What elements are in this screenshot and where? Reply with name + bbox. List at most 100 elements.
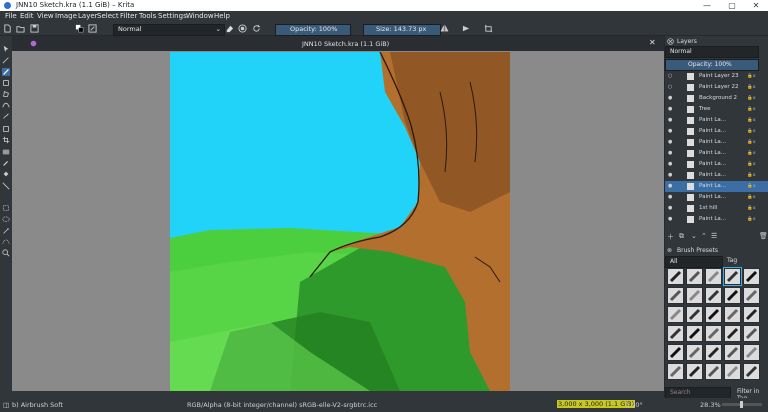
brush-preset-thumbnail[interactable]	[705, 363, 722, 380]
menu-tools[interactable]: Tools	[139, 12, 156, 20]
preserve-alpha-icon[interactable]	[238, 24, 247, 33]
zoom-slider[interactable]	[722, 401, 762, 408]
brush-preset-thumbnail[interactable]	[743, 306, 760, 323]
close-document-button[interactable]: ✕	[649, 38, 656, 47]
layer-lock-alpha-icon[interactable]: 🔒α	[747, 82, 756, 93]
brush-preset-thumbnail[interactable]	[743, 363, 760, 380]
layer-opacity-slider[interactable]: Opacity: 100%	[665, 59, 759, 71]
bezier-curve-icon[interactable]	[2, 101, 10, 109]
close-presets-icon[interactable]: ⊗	[667, 247, 672, 254]
menu-settings[interactable]: Settings	[158, 12, 187, 20]
brush-preset-thumbnail[interactable]	[743, 344, 760, 361]
dynamic-brush-icon[interactable]	[2, 112, 10, 120]
brush-preset-thumbnail[interactable]	[705, 268, 722, 285]
menu-help[interactable]: Help	[214, 12, 230, 20]
menu-layer[interactable]: Layer	[78, 12, 98, 20]
lasso-select-icon[interactable]	[2, 216, 10, 224]
layer-lock-alpha-icon[interactable]: 🔒α	[747, 126, 756, 137]
brush-preset-thumbnail[interactable]	[686, 344, 703, 361]
brush-preset-thumbnail[interactable]	[705, 344, 722, 361]
visibility-eye-icon[interactable]: ●	[668, 159, 672, 170]
visibility-eye-icon[interactable]: ●	[668, 181, 672, 192]
layer-lock-alpha-icon[interactable]: 🔒α	[747, 104, 756, 115]
close-window-button[interactable]: ✕	[744, 0, 768, 11]
layer-properties-icon[interactable]: ☰	[711, 232, 717, 240]
brush-preset-thumbnail[interactable]	[724, 287, 741, 304]
brush-preset-thumbnail[interactable]	[724, 325, 741, 342]
layer-row[interactable]: ● Paint La... 🔒α	[665, 170, 768, 181]
layer-row[interactable]: ○ Paint Layer 22 🔒α	[665, 82, 768, 93]
color-space-info[interactable]: RGB/Alpha (8-bit integer/channel) sRGB-e…	[187, 401, 377, 409]
move-down-icon[interactable]: ⌄	[691, 232, 697, 240]
brush-preset-thumbnail[interactable]	[743, 287, 760, 304]
layer-lock-alpha-icon[interactable]: 🔒α	[747, 203, 756, 214]
layer-row[interactable]: ● Paint La... 🔒α	[665, 148, 768, 159]
visibility-eye-icon[interactable]: ●	[668, 148, 672, 159]
brush-preset-thumbnail[interactable]	[667, 325, 684, 342]
brush-preset-thumbnail[interactable]	[724, 344, 741, 361]
menu-window[interactable]: Window	[186, 12, 214, 20]
rotation-value[interactable]: 0.00°	[625, 401, 643, 409]
layer-lock-alpha-icon[interactable]: 🔒α	[747, 93, 756, 104]
maximize-button[interactable]: ▢	[720, 0, 744, 11]
visibility-eye-icon[interactable]: ●	[668, 126, 672, 137]
visibility-eye-icon[interactable]: ●	[668, 170, 672, 181]
duplicate-layer-icon[interactable]: ⧉	[679, 232, 684, 241]
image-dimensions[interactable]: 3,000 x 3,000 (1.1 GiB)	[557, 400, 636, 408]
visibility-eye-icon[interactable]: ○	[668, 82, 672, 93]
layer-lock-alpha-icon[interactable]: 🔒α	[747, 170, 756, 181]
layer-lock-alpha-icon[interactable]: 🔒α	[747, 181, 756, 192]
brush-preset-thumbnail[interactable]	[667, 306, 684, 323]
gradient-tool-icon[interactable]	[2, 148, 10, 156]
preset-filter-dropdown[interactable]: All	[665, 256, 723, 268]
layer-lock-alpha-icon[interactable]: 🔒α	[747, 137, 756, 148]
zoom-tool-icon[interactable]	[2, 249, 10, 257]
menu-view[interactable]: View	[37, 12, 54, 20]
transform-tool-icon[interactable]	[2, 125, 10, 133]
brush-preset-thumbnail[interactable]	[743, 268, 760, 285]
mirror-vertical-icon[interactable]	[462, 24, 471, 33]
zoom-slider-handle[interactable]	[740, 401, 743, 408]
size-slider[interactable]: Size: 143.73 px	[363, 24, 441, 36]
menu-edit[interactable]: Edit	[20, 12, 34, 20]
bezier-select-icon[interactable]	[2, 238, 10, 246]
menu-select[interactable]: Select	[97, 12, 119, 20]
mirror-horizontal-icon[interactable]	[440, 24, 449, 33]
visibility-eye-icon[interactable]: ●	[668, 214, 672, 225]
visibility-eye-icon[interactable]: ●	[668, 203, 672, 214]
layer-row[interactable]: ● Paint La... 🔒α	[665, 115, 768, 126]
layer-lock-alpha-icon[interactable]: 🔒α	[747, 214, 756, 225]
minimize-button[interactable]: —	[695, 0, 719, 11]
layer-lock-alpha-icon[interactable]: 🔒α	[747, 115, 756, 126]
current-brush-name[interactable]: b) Airbrush Soft	[12, 401, 63, 409]
visibility-eye-icon[interactable]: ●	[668, 137, 672, 148]
visibility-eye-icon[interactable]: ●	[668, 93, 672, 104]
visibility-eye-icon[interactable]: ●	[668, 104, 672, 115]
brush-preset-thumbnail[interactable]	[705, 287, 722, 304]
layer-row[interactable]: ● Paint La... 🔒α	[665, 192, 768, 203]
visibility-eye-icon[interactable]: ●	[668, 192, 672, 203]
brush-preset-thumbnail[interactable]	[667, 344, 684, 361]
layer-blend-mode-dropdown[interactable]: Normal	[665, 46, 759, 58]
save-icon[interactable]	[30, 24, 39, 33]
brush-preset-thumbnail[interactable]	[686, 268, 703, 285]
brush-preset-thumbnail[interactable]	[705, 306, 722, 323]
crop-tool-icon[interactable]	[2, 136, 10, 144]
brush-preset-thumbnail[interactable]	[686, 325, 703, 342]
layer-row[interactable]: ● Paint La... 🔒α	[665, 214, 768, 225]
edit-shapes-icon[interactable]	[2, 56, 10, 64]
tag-button[interactable]: Tag	[727, 257, 737, 264]
rectangular-select-icon[interactable]	[2, 204, 10, 212]
rectangle-tool-icon[interactable]	[2, 79, 10, 87]
layer-lock-alpha-icon[interactable]: 🔒α	[747, 148, 756, 159]
brush-preset-thumbnail[interactable]	[723, 267, 742, 286]
add-layer-icon[interactable]: ＋	[667, 232, 674, 242]
menu-file[interactable]: File	[5, 12, 17, 20]
blend-mode-dropdown[interactable]: Normal ⌄	[113, 24, 225, 36]
layer-row[interactable]: ● Paint La... 🔒α	[665, 137, 768, 148]
magic-wand-icon[interactable]	[2, 227, 10, 235]
delete-layer-icon[interactable]: 🗑	[759, 232, 768, 240]
fill-tool-icon[interactable]	[2, 170, 10, 178]
visibility-eye-icon[interactable]: ○	[668, 71, 672, 82]
brush-preset-thumbnail[interactable]	[667, 363, 684, 380]
